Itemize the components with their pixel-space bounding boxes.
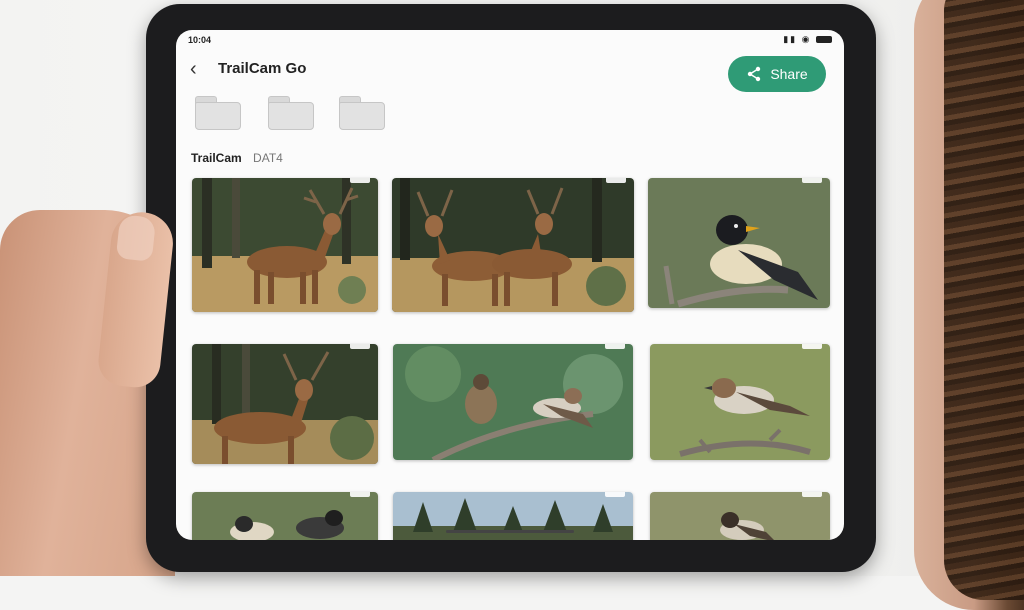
pin-tab <box>606 178 626 183</box>
pin-tab <box>802 492 822 497</box>
home-indicator[interactable] <box>446 530 574 533</box>
signal-icon: ▮▮ <box>783 34 798 44</box>
tablet-screen: 10:04 ▮▮ ◉ ‹ TrailCam Go Share TrailCam … <box>176 30 844 540</box>
photo-thumbnail-bird[interactable] <box>650 492 830 540</box>
person-hair <box>944 0 1024 600</box>
pin-tab <box>605 344 625 349</box>
photo-thumbnail-deer[interactable] <box>192 178 378 312</box>
battery-icon <box>816 36 832 44</box>
photo-thumbnail-bird[interactable] <box>648 178 830 308</box>
folder-icon[interactable] <box>268 96 314 130</box>
photo-thumbnail-birds[interactable] <box>192 492 378 540</box>
pin-tab <box>605 492 625 497</box>
pin-tab <box>802 178 822 183</box>
photo-thumbnail-bird[interactable] <box>650 344 830 460</box>
pin-tab <box>350 344 370 349</box>
folder-icon[interactable] <box>195 96 241 130</box>
pin-tab <box>350 492 370 497</box>
folder-icon[interactable] <box>339 96 385 130</box>
breadcrumb-folder[interactable]: TrailCam <box>191 151 242 165</box>
back-chevron-icon[interactable]: ‹ <box>190 58 197 81</box>
thumb-nail <box>115 214 157 262</box>
photo-thumbnail-two-deer[interactable] <box>392 178 634 312</box>
status-time: 10:04 <box>188 35 212 45</box>
page-title: TrailCam Go <box>218 60 307 77</box>
status-icons: ▮▮ ◉ <box>783 34 832 45</box>
status-bar: 10:04 ▮▮ ◉ <box>176 30 844 50</box>
share-icon <box>748 66 761 82</box>
share-label: Share <box>770 66 808 82</box>
pin-tab <box>350 178 370 183</box>
breadcrumb: TrailCam DAT4 <box>191 151 283 165</box>
pin-tab <box>802 344 822 349</box>
photo-thumbnail-deer[interactable] <box>192 344 378 464</box>
share-button[interactable]: Share <box>728 56 826 92</box>
wifi-icon: ◉ <box>801 34 812 44</box>
breadcrumb-subfolder[interactable]: DAT4 <box>253 151 283 165</box>
photo-thumbnail-two-birds[interactable] <box>393 344 633 460</box>
